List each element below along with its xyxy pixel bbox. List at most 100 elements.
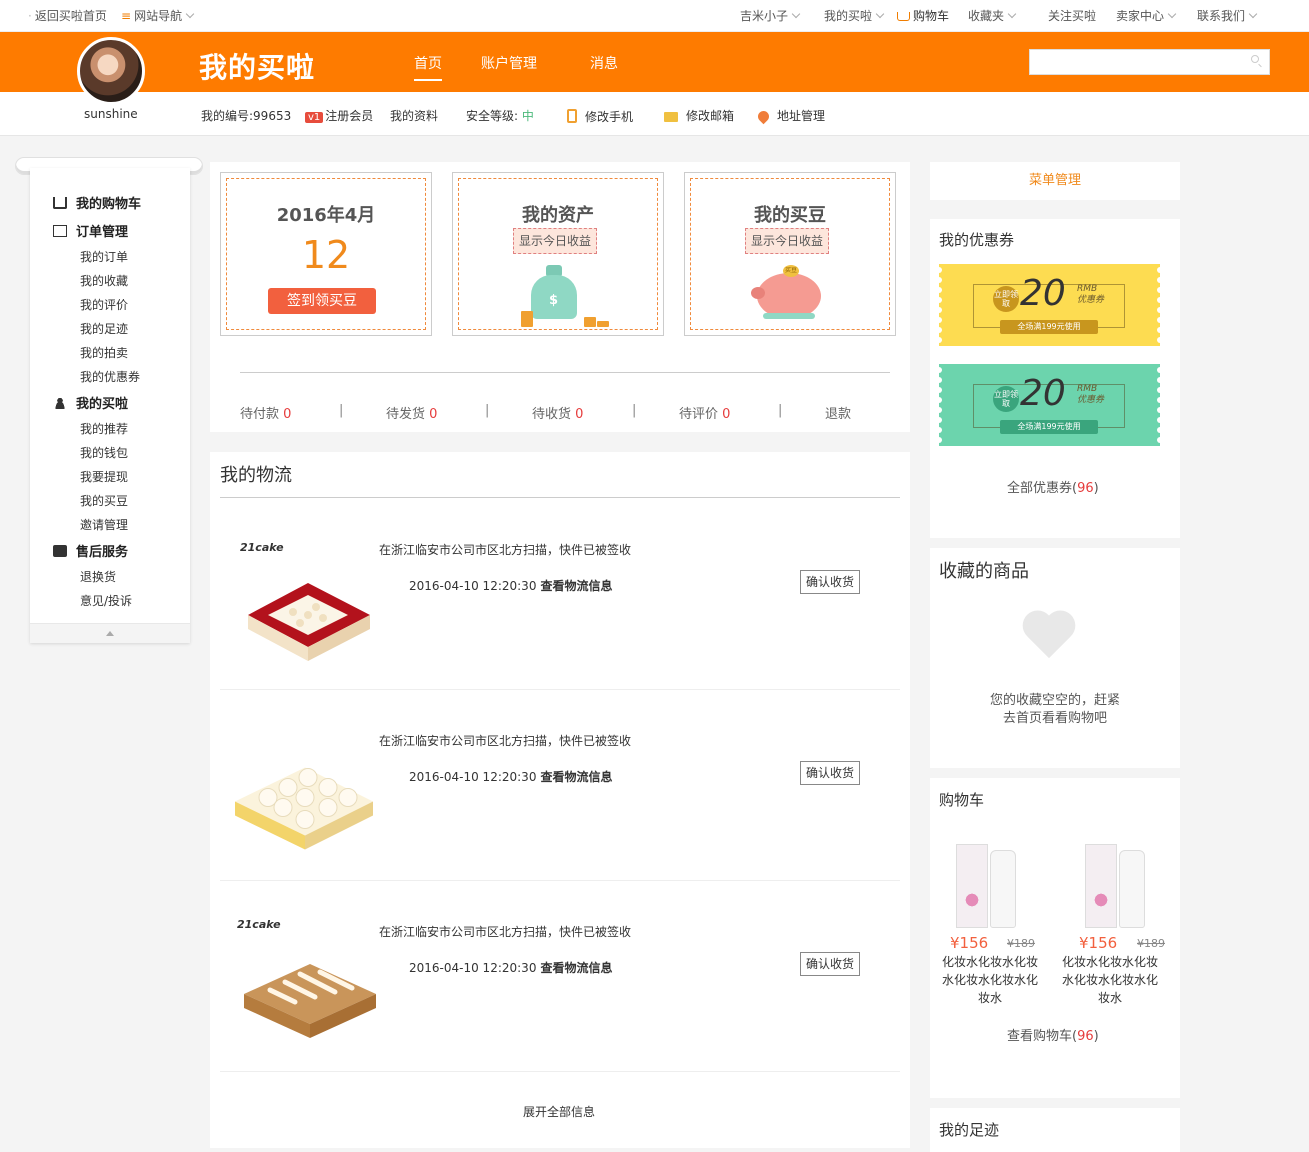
logistics-timestamp: 2016-04-10 12:20:30 bbox=[409, 770, 537, 784]
sidebar-item-my-auctions[interactable]: 我的拍卖 bbox=[80, 344, 128, 361]
chevron-down-icon bbox=[1248, 9, 1258, 19]
modify-email-link[interactable]: 修改邮箱 bbox=[664, 107, 734, 124]
coupon-card[interactable]: 立即领取 20 RMB 优惠券 全场满199元使用 bbox=[939, 264, 1160, 346]
nav-home[interactable]: 首页 bbox=[414, 53, 442, 81]
assets-card: 我的资产 显示今日收益 $ bbox=[452, 172, 664, 336]
checkin-date: 2016年4月 bbox=[276, 205, 376, 226]
confirm-receipt-button[interactable]: 确认收货 bbox=[800, 761, 860, 785]
cart-product-image[interactable] bbox=[1081, 842, 1151, 930]
view-logistics-link[interactable]: 查看物流信息 bbox=[540, 579, 612, 593]
register-member-link[interactable]: v1 注册会员 bbox=[305, 107, 373, 124]
sidebar-group-label: 我的购物车 bbox=[76, 197, 142, 212]
site-nav-menu[interactable]: ≡ 网站导航 bbox=[121, 7, 195, 24]
cart-link[interactable]: 购物车 bbox=[897, 7, 949, 24]
sidebar-group-my-maila[interactable]: 我的买啦 bbox=[53, 393, 128, 412]
favorites-title: 收藏的商品 bbox=[939, 561, 1029, 582]
cart-product-name[interactable]: 化妆水化妆水化妆水化妆水化妆水化妆水 bbox=[1060, 953, 1160, 1007]
beans-title: 我的买豆 bbox=[754, 205, 826, 226]
sidebar-item-invites[interactable]: 邀请管理 bbox=[80, 516, 128, 533]
all-coupons-link[interactable]: 全部优惠券(96) bbox=[1007, 477, 1099, 496]
cart-product-image[interactable] bbox=[952, 842, 1022, 930]
my-maila-menu[interactable]: 我的买啦 bbox=[824, 7, 885, 24]
assets-today-earnings-button[interactable]: 显示今日收益 bbox=[513, 228, 597, 254]
cart-product-old-price: ¥189 bbox=[1007, 937, 1035, 950]
sidebar-item-my-reviews[interactable]: 我的评价 bbox=[80, 296, 128, 313]
sidebar-item-my-coupons[interactable]: 我的优惠券 bbox=[80, 368, 140, 385]
search-icon[interactable] bbox=[1251, 55, 1259, 63]
order-tab-refund[interactable]: 退款 bbox=[825, 403, 851, 422]
chevron-down-icon bbox=[875, 9, 885, 19]
menu-icon: ≡ bbox=[121, 9, 132, 23]
confirm-receipt-button[interactable]: 确认收货 bbox=[800, 952, 860, 976]
view-cart-link[interactable]: 查看购物车(96) bbox=[1007, 1025, 1099, 1044]
menu-management-button[interactable]: 菜单管理 bbox=[930, 162, 1180, 200]
modify-phone-label: 修改手机 bbox=[585, 110, 634, 124]
product-image-red-cake[interactable] bbox=[238, 555, 380, 675]
user-name-label: 吉米小子 bbox=[740, 9, 789, 23]
mail-icon bbox=[664, 112, 678, 122]
sidebar-group-orders[interactable]: 订单管理 bbox=[53, 221, 128, 240]
order-tab-pending-receipt[interactable]: 待收货 0 bbox=[532, 403, 583, 422]
sign-in-button[interactable]: 签到领买豆 bbox=[268, 288, 376, 314]
sidebar-item-withdraw[interactable]: 我要提现 bbox=[80, 468, 128, 485]
contact-label: 联系我们 bbox=[1197, 9, 1246, 23]
sidebar-item-wallet[interactable]: 我的钱包 bbox=[80, 444, 128, 461]
sidebar-group-after-sale[interactable]: 售后服务 bbox=[53, 541, 128, 560]
coupon-condition: 全场满199元使用 bbox=[1000, 320, 1098, 334]
avatar[interactable] bbox=[77, 37, 145, 105]
coupon-amount: 20 bbox=[1020, 273, 1066, 314]
search-input[interactable] bbox=[1029, 49, 1270, 75]
coupon-claim-badge[interactable]: 立即领取 bbox=[993, 286, 1019, 312]
contact-menu[interactable]: 联系我们 bbox=[1197, 7, 1258, 24]
address-link[interactable]: 地址管理 bbox=[755, 107, 825, 125]
sidebar-item-my-footprint[interactable]: 我的足迹 bbox=[80, 320, 128, 337]
service-card-icon bbox=[53, 545, 67, 557]
sidebar-item-beans[interactable]: 我的买豆 bbox=[80, 492, 128, 509]
order-tab-pending-review[interactable]: 待评价 0 bbox=[679, 403, 730, 422]
sidebar-group-label: 售后服务 bbox=[76, 545, 129, 560]
page-title: 我的买啦 bbox=[199, 51, 316, 84]
logistics-timestamp: 2016-04-10 12:20:30 bbox=[409, 961, 537, 975]
sidebar-item-recommend[interactable]: 我的推荐 bbox=[80, 420, 128, 437]
sidebar-group-label: 订单管理 bbox=[76, 225, 129, 240]
coupon-type: 优惠券 bbox=[1077, 295, 1105, 305]
coupon-claim-badge[interactable]: 立即领取 bbox=[993, 386, 1019, 412]
confirm-receipt-button[interactable]: 确认收货 bbox=[800, 570, 860, 594]
sidebar-collapse-button[interactable] bbox=[30, 623, 190, 643]
dot-icon: · bbox=[28, 9, 32, 23]
location-pin-icon bbox=[755, 108, 772, 125]
sidebar-group-cart[interactable]: 我的购物车 bbox=[53, 193, 141, 212]
favorites-menu[interactable]: 收藏夹 bbox=[968, 7, 1017, 24]
beans-today-earnings-button[interactable]: 显示今日收益 bbox=[745, 228, 829, 254]
cart-product-old-price: ¥189 bbox=[1137, 937, 1165, 950]
product-box bbox=[956, 844, 988, 928]
view-logistics-link[interactable]: 查看物流信息 bbox=[540, 961, 612, 975]
coin-label: 买豆 bbox=[784, 267, 797, 274]
order-tab-pending-payment[interactable]: 待付款 0 bbox=[240, 403, 291, 422]
sidebar-item-my-favorites[interactable]: 我的收藏 bbox=[80, 272, 128, 289]
cart-product-name[interactable]: 化妆水化妆水化妆水化妆水化妆水化妆水 bbox=[940, 953, 1040, 1007]
top-bar: · 返回买啦首页 ≡ 网站导航 吉米小子 我的买啦 购物车 收藏夹 关注买啦 卖家中… bbox=[0, 0, 1309, 32]
modify-phone-link[interactable]: 修改手机 bbox=[567, 107, 633, 125]
sidebar-item-my-orders[interactable]: 我的订单 bbox=[80, 248, 128, 265]
logistics-status: 在浙江临安市公司市区北方扫描，快件已被签收 bbox=[379, 734, 632, 748]
view-logistics-link[interactable]: 查看物流信息 bbox=[540, 770, 612, 784]
sidebar-item-feedback[interactable]: 意见/投诉 bbox=[80, 592, 132, 609]
follow-link[interactable]: 关注买啦 bbox=[1048, 7, 1096, 24]
user-menu[interactable]: 吉米小子 bbox=[740, 7, 801, 24]
product-image-nut-cake[interactable] bbox=[240, 932, 382, 1052]
seller-center-menu[interactable]: 卖家中心 bbox=[1116, 7, 1177, 24]
username: sunshine bbox=[84, 107, 138, 121]
back-home-link[interactable]: · 返回买啦首页 bbox=[28, 7, 107, 24]
register-label: 注册会员 bbox=[325, 109, 374, 123]
nav-messages[interactable]: 消息 bbox=[590, 53, 618, 73]
expand-all-link[interactable]: 展开全部信息 bbox=[523, 1103, 595, 1120]
coupon-rmb: RMB bbox=[1077, 384, 1098, 394]
product-image-cream-cake[interactable] bbox=[233, 735, 375, 855]
sidebar-item-returns[interactable]: 退换货 bbox=[80, 568, 116, 585]
profile-strip bbox=[0, 92, 1309, 136]
order-tab-pending-shipment[interactable]: 待发货 0 bbox=[386, 403, 437, 422]
my-info-link[interactable]: 我的资料 bbox=[390, 107, 438, 124]
coupon-card[interactable]: 立即领取 20 RMB 优惠券 全场满199元使用 bbox=[939, 364, 1160, 446]
nav-account[interactable]: 账户管理 bbox=[481, 53, 537, 73]
